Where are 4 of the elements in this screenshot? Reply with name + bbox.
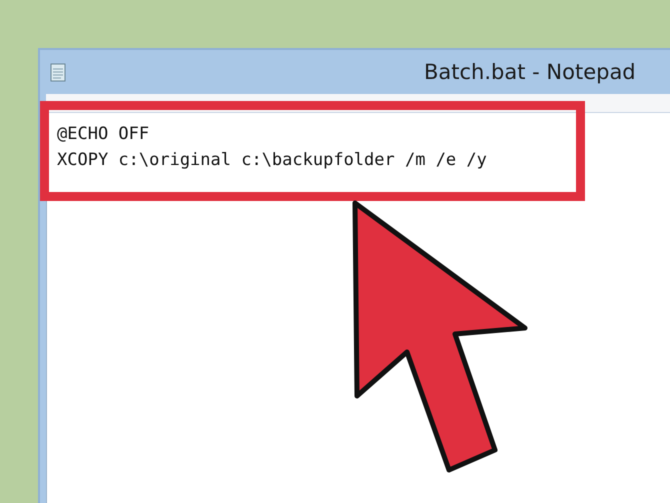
notepad-icon bbox=[50, 62, 66, 82]
code-line: XCOPY c:\original c:\backupfolder /m /e /y bbox=[57, 149, 488, 172]
window-title: Batch.bat - Notepad bbox=[424, 60, 636, 84]
code-line: @ECHO OFF bbox=[57, 123, 150, 146]
